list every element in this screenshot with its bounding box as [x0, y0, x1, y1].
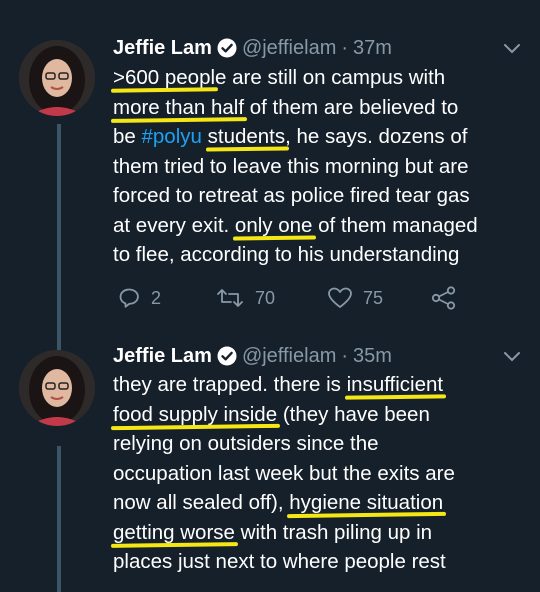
share-button[interactable] — [431, 286, 467, 310]
verified-badge-icon — [217, 346, 237, 366]
tweet-text-line: occupation last week but the exits are — [113, 459, 533, 489]
text-segment: be — [113, 125, 142, 148]
tweet-text-line: to flee, according to his understanding — [113, 240, 533, 270]
tweet-text-line: more than half of them are believed to — [113, 93, 533, 123]
reply-button[interactable]: 2 — [117, 286, 161, 310]
timestamp[interactable]: 37m — [353, 37, 392, 60]
text-segment: they are trapped. there is — [113, 373, 347, 396]
text-segment: forced to retreat as police fired tear g… — [113, 184, 470, 207]
tweet-header: Jeffie Lam @jeffielam · 37m — [113, 34, 392, 62]
like-button[interactable]: 75 — [327, 286, 383, 310]
highlighted-text: getting worse — [113, 520, 235, 544]
avatar[interactable] — [19, 40, 95, 116]
highlighted-text: hygiene situation — [289, 491, 444, 514]
hashtag-link[interactable]: #polyu — [142, 125, 202, 148]
tweet-text: they are trapped. there is insufficient f… — [113, 370, 533, 577]
tweet-text-line: places just next to where people rest — [113, 547, 533, 577]
highlighted-text: only one — [234, 213, 313, 237]
tweet-text-line: be #polyu students, he says. dozens of — [113, 122, 533, 152]
tweet[interactable]: Jeffie Lam @jeffielam · 37m >600 people … — [0, 0, 540, 345]
text-segment: , he says. dozens of — [285, 125, 468, 148]
tweet-header: Jeffie Lam @jeffielam · 35m — [113, 342, 392, 370]
text-segment: relying on outsiders since the — [113, 432, 379, 455]
tweet-text-line: them tried to leave this morning but are — [113, 152, 533, 182]
retweet-count: 70 — [255, 287, 276, 308]
tweet-text-line: forced to retreat as police fired tear g… — [113, 181, 533, 211]
tweet[interactable]: Jeffie Lam @jeffielam · 35m they are tra… — [0, 345, 540, 592]
highlighted-text: food supply inside — [113, 402, 278, 426]
chevron-down-icon[interactable] — [502, 42, 522, 56]
text-segment — [202, 125, 208, 148]
text-segment: of them managed — [312, 213, 478, 237]
display-name[interactable]: Jeffie Lam — [113, 37, 212, 60]
avatar[interactable] — [19, 350, 95, 426]
user-handle[interactable]: @jeffielam — [242, 37, 336, 60]
timestamp[interactable]: 35m — [353, 345, 392, 368]
tweet-text-line: food supply inside (they have been — [113, 400, 533, 430]
chevron-down-icon[interactable] — [502, 350, 522, 364]
reply-icon — [119, 288, 139, 308]
tweet-text-line: they are trapped. there is insufficient — [113, 370, 533, 400]
text-segment: occupation last week but the exits are — [113, 461, 455, 485]
text-segment: e are still on campus with — [215, 66, 446, 89]
highlighted-text: >600 peopl — [113, 66, 216, 89]
verified-badge-icon — [217, 38, 237, 58]
heart-icon — [328, 287, 352, 308]
highlighted-text: more than half — [113, 95, 245, 119]
tweet-text-line: >600 people are still on campus with — [113, 63, 533, 93]
separator-dot: · — [341, 36, 349, 59]
highlighted-text: insufficient — [346, 373, 444, 396]
highlighted-text: students — [207, 125, 286, 148]
tweet-text-line: at every exit. only one of them managed — [113, 211, 533, 241]
text-segment: now all sealed off), — [113, 491, 290, 514]
tweet-text-line: relying on outsiders since the — [113, 429, 533, 459]
text-segment: with trash piling up in — [234, 520, 433, 544]
tweet-text: >600 people are still on campus with more… — [113, 63, 533, 270]
text-segment: places just next to where people rest — [113, 550, 446, 573]
share-icon — [431, 286, 456, 310]
user-handle[interactable]: @jeffielam — [242, 345, 336, 368]
retweet-icon — [217, 289, 243, 307]
like-count: 75 — [363, 287, 384, 308]
text-segment: them tried to leave this morning but are — [113, 154, 469, 178]
tweet-text-line: now all sealed off), hygiene situation — [113, 488, 533, 518]
separator-dot: · — [341, 344, 349, 367]
tweet-text-line: getting worse with trash piling up in — [113, 518, 533, 548]
text-segment: to flee, according to his understanding — [113, 243, 460, 266]
display-name[interactable]: Jeffie Lam — [113, 345, 212, 368]
text-segment: (they have been — [277, 402, 430, 426]
text-segment: at every exit. — [113, 213, 235, 237]
text-segment: of them are believed to — [244, 95, 459, 119]
retweet-button[interactable]: 70 — [215, 286, 275, 310]
reply-count: 2 — [151, 287, 162, 308]
